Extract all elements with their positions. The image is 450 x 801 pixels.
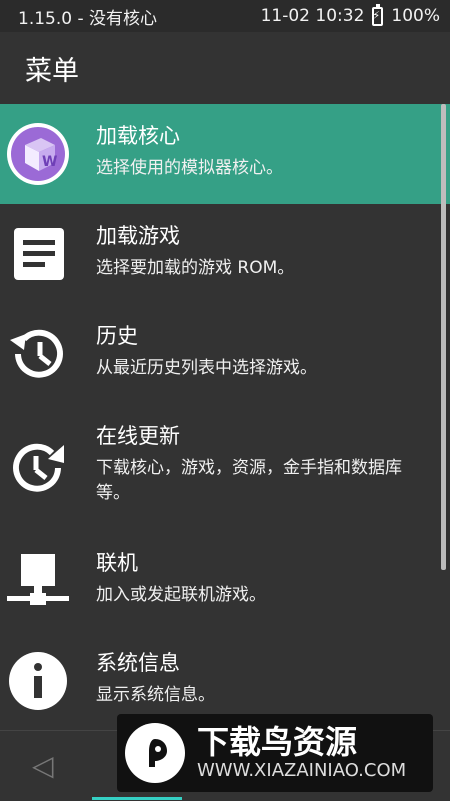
core-cube-icon: W (5, 121, 71, 187)
status-datetime: 11-02 10:32 (260, 6, 365, 26)
back-triangle-icon[interactable]: ◁ (32, 749, 54, 782)
bird-logo-icon (125, 723, 185, 783)
status-right: 11-02 10:32 100% (260, 3, 440, 26)
history-icon (5, 321, 71, 387)
watermark-url: WWW.XIAZAINIAO.COM (197, 760, 407, 781)
menu-item-title: 在线更新 (96, 424, 180, 448)
page-title: 菜单 (25, 55, 79, 87)
menu-item-description: 加入或发起联机游戏。 (96, 585, 266, 605)
document-icon (5, 221, 71, 287)
watermark-banner: 下载鸟资源 WWW.XIAZAINIAO.COM (117, 714, 433, 792)
menu-item-title: 联机 (96, 551, 138, 575)
menu-item-online-update[interactable]: 在线更新 下载核心，游戏，资源，金手指和数据库等。 (0, 404, 450, 531)
status-bar: 1.15.0 - 没有核心 11-02 10:32 100% (0, 0, 450, 32)
menu-item-description: 选择要加载的游戏 ROM。 (96, 258, 295, 278)
menu-item-history[interactable]: 历史 从最近历史列表中选择游戏。 (0, 304, 450, 404)
menu-item-description: 显示系统信息。 (96, 685, 215, 705)
svg-text:W: W (42, 154, 57, 170)
app-header: 菜单 (0, 32, 450, 104)
menu-item-description: 选择使用的模拟器核心。 (96, 158, 283, 178)
menu-scrollbar[interactable] (441, 104, 446, 570)
menu-item-title: 加载游戏 (96, 224, 180, 248)
watermark-title: 下载鸟资源 (197, 723, 358, 761)
info-icon (5, 648, 71, 714)
menu-item-load-core[interactable]: W 加载核心 选择使用的模拟器核心。 (0, 104, 450, 204)
battery-level: 100% (391, 6, 440, 26)
menu-item-description: 下载核心，游戏，资源，金手指和数据库等。 (96, 458, 402, 503)
menu-item-title: 系统信息 (96, 651, 180, 675)
status-app-version: 1.15.0 - 没有核心 (18, 8, 158, 29)
menu-item-netplay[interactable]: 联机 加入或发起联机游戏。 (0, 531, 450, 631)
battery-charging-icon (372, 3, 384, 26)
menu-list: W 加载核心 选择使用的模拟器核心。 加载游戏 选择要加载的游戏 ROM。 历史… (0, 104, 450, 731)
menu-item-title: 加载核心 (96, 124, 180, 148)
menu-item-title: 历史 (96, 324, 138, 348)
menu-item-load-game[interactable]: 加载游戏 选择要加载的游戏 ROM。 (0, 204, 450, 304)
menu-item-description: 从最近历史列表中选择游戏。 (96, 358, 317, 378)
network-icon (5, 548, 71, 614)
update-icon (5, 435, 71, 501)
